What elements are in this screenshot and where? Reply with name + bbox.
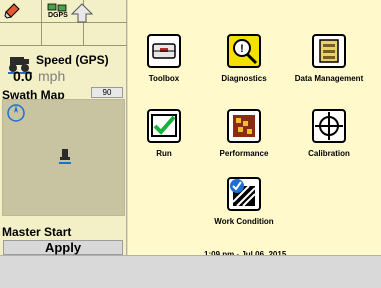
up-arrow-icon[interactable] [70,3,94,28]
status-grid: DGPS [0,0,127,46]
swath-zoom-badge[interactable]: 90 [91,87,123,98]
tile-label: Toolbox [148,74,180,83]
speed-unit: mph [38,68,66,84]
run-check-icon [147,109,181,143]
tile-label: Work Condition [214,217,274,226]
tractor-position-icon [59,147,71,170]
performance-button[interactable]: Performance [209,109,279,169]
tile-label: Data Management [294,74,364,83]
left-panel: DGPS Speed (GPS) 0.0 mph Swath Map 90 Ma… [0,0,127,255]
svg-text:!: ! [240,43,244,55]
tile-label: Calibration [308,149,350,158]
tile-label: Run [156,149,172,158]
toolbox-button[interactable]: Toolbox [129,34,199,94]
speed-readout: Speed (GPS) 0.0 mph [2,51,124,87]
speed-label: Speed (GPS) [36,53,109,67]
data-management-icon [312,34,346,68]
speed-value: 0.0 [13,68,33,84]
data-management-button[interactable]: Data Management [294,34,364,94]
diagnostics-icon: ! [227,34,261,68]
calibration-button[interactable]: Calibration [294,109,364,169]
apply-button[interactable]: Apply [3,240,123,255]
main-menu: Toolbox ! Diagnostics Data Management Ru… [128,0,381,259]
performance-icon [227,109,261,143]
swath-map[interactable] [2,99,125,216]
compass-icon [6,103,26,128]
toolbox-icon [147,34,181,68]
footer-bar [0,255,381,288]
master-start-title: Master Start [2,225,72,239]
status-cell [0,0,42,23]
calibration-crosshair-icon [312,109,346,143]
tile-label: Performance [219,149,269,158]
tile-label: Diagnostics [221,74,267,83]
work-condition-button[interactable]: Work Condition [209,177,279,237]
diagnostics-button[interactable]: ! Diagnostics [209,34,279,94]
status-cell [0,23,42,46]
gps-label: DGPS [48,12,68,19]
work-condition-icon [227,177,261,211]
run-button[interactable]: Run [129,109,199,169]
